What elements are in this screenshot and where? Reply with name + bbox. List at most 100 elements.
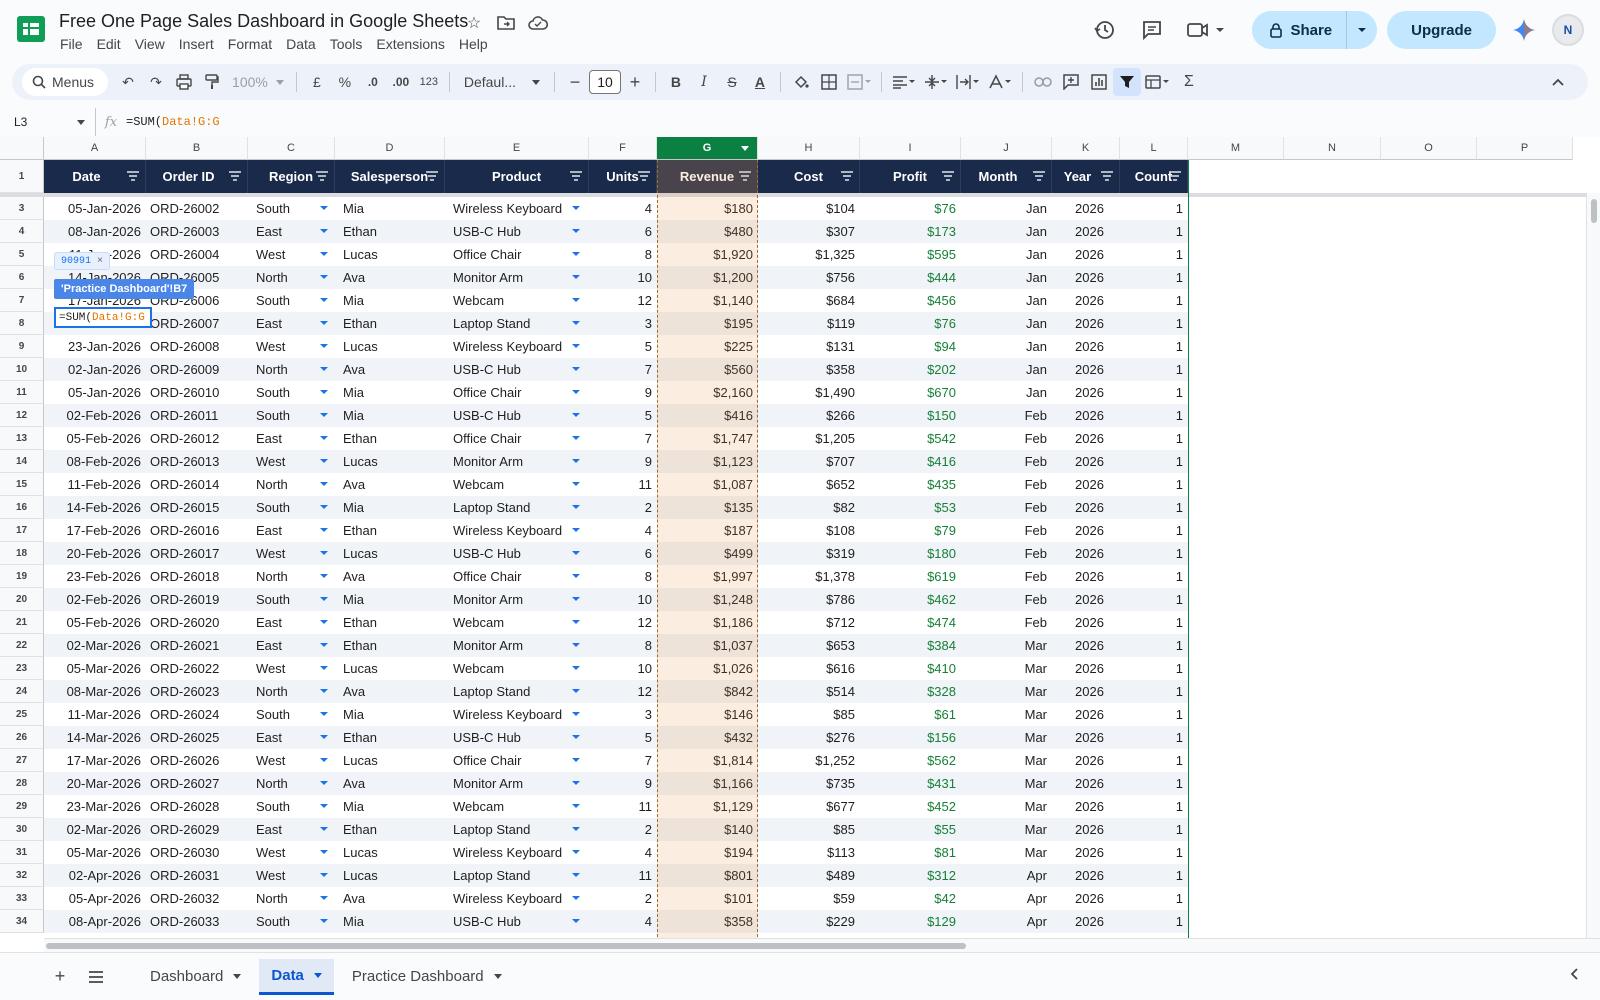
cell-id[interactable]: ORD-26009 xyxy=(146,358,248,381)
percent-format-button[interactable]: % xyxy=(331,68,359,96)
cell-date[interactable]: 23-Mar-2026 xyxy=(44,795,146,818)
cell-cost[interactable]: $1,490 xyxy=(758,381,860,404)
filter-button-icon[interactable] xyxy=(739,171,751,181)
cell-region[interactable]: North xyxy=(248,772,335,795)
cell-units[interactable]: 8 xyxy=(589,565,657,588)
cell-region[interactable]: South xyxy=(248,381,335,404)
chevron-down-icon[interactable] xyxy=(233,974,242,979)
cell-id[interactable]: ORD-26019 xyxy=(146,588,248,611)
cell-sp[interactable]: Lucas xyxy=(335,335,445,358)
cell-rev[interactable]: $140 xyxy=(657,818,758,841)
cell-units[interactable]: 11 xyxy=(589,795,657,818)
cell-rev[interactable]: $1,140 xyxy=(657,289,758,312)
column-header-m[interactable]: M xyxy=(1188,137,1284,160)
row-header[interactable]: 26 xyxy=(0,726,44,749)
share-options-caret-icon[interactable] xyxy=(1347,11,1377,49)
column-header-f[interactable]: F xyxy=(589,137,657,160)
cell-product[interactable]: Laptop Stand xyxy=(445,818,589,841)
column-header-b[interactable]: B xyxy=(146,137,248,160)
dropdown-chip-chevron-icon[interactable] xyxy=(320,689,328,693)
cell-product[interactable]: Monitor Arm xyxy=(445,450,589,473)
cell-units[interactable]: 12 xyxy=(589,680,657,703)
cell-profit[interactable]: $76 xyxy=(860,197,961,220)
cell-rev[interactable]: $101 xyxy=(657,887,758,910)
row-header[interactable]: 23 xyxy=(0,657,44,680)
text-wrapping-icon[interactable] xyxy=(952,68,984,96)
all-sheets-menu-icon[interactable] xyxy=(78,959,114,995)
cell-year[interactable]: 2026 xyxy=(1052,657,1120,680)
cell-rev[interactable]: $499 xyxy=(657,542,758,565)
header-cell-units[interactable]: Units xyxy=(589,160,657,193)
cell-sp[interactable]: Lucas xyxy=(335,749,445,772)
cell-sp[interactable]: Mia xyxy=(335,910,445,933)
cell-month[interactable]: Mar xyxy=(961,841,1052,864)
row-header[interactable]: 18 xyxy=(0,542,44,565)
header-cell-date[interactable]: Date xyxy=(44,160,146,193)
cell-month[interactable]: Feb xyxy=(961,611,1052,634)
cell-units[interactable]: 7 xyxy=(589,749,657,772)
cell-profit[interactable]: $435 xyxy=(860,473,961,496)
header-cell-profit[interactable]: Profit xyxy=(860,160,961,193)
cell-id[interactable]: ORD-26004 xyxy=(146,243,248,266)
cell-year[interactable]: 2026 xyxy=(1052,818,1120,841)
cell-rev[interactable]: $1,129 xyxy=(657,795,758,818)
dropdown-chip-chevron-icon[interactable] xyxy=(572,275,580,279)
cell-cost[interactable]: $653 xyxy=(758,634,860,657)
paint-format-icon[interactable] xyxy=(198,68,226,96)
font-family-select[interactable]: Defaul... xyxy=(456,74,548,90)
cell-sp[interactable]: Lucas xyxy=(335,841,445,864)
cell-cost[interactable]: $514 xyxy=(758,680,860,703)
cell-profit[interactable]: $619 xyxy=(860,565,961,588)
menu-search[interactable]: Menus xyxy=(22,68,109,96)
increase-decimal-button[interactable]: .00 xyxy=(387,68,415,96)
cell-region[interactable]: East xyxy=(248,312,335,335)
cell-cost[interactable]: $1,205 xyxy=(758,427,860,450)
cell-date[interactable]: 08-Mar-2026 xyxy=(44,680,146,703)
cell-region[interactable]: West xyxy=(248,749,335,772)
cell-date[interactable]: 23-Jan-2026 xyxy=(44,335,146,358)
cell-year[interactable]: 2026 xyxy=(1052,864,1120,887)
text-rotation-icon[interactable] xyxy=(984,68,1016,96)
cell-count[interactable]: 1 xyxy=(1120,657,1188,680)
cell-rev[interactable]: $1,814 xyxy=(657,749,758,772)
sheet-tab-data[interactable]: Data xyxy=(259,958,334,995)
dropdown-chip-chevron-icon[interactable] xyxy=(572,873,580,877)
collapse-toolbar-icon[interactable] xyxy=(1544,68,1572,96)
cell-date[interactable]: 02-Apr-2026 xyxy=(44,864,146,887)
row-header[interactable]: 11 xyxy=(0,381,44,404)
dropdown-chip-chevron-icon[interactable] xyxy=(572,804,580,808)
cell-rev[interactable]: $1,123 xyxy=(657,450,758,473)
cell-profit[interactable]: $150 xyxy=(860,404,961,427)
cell-year[interactable]: 2026 xyxy=(1052,404,1120,427)
cell-profit[interactable]: $53 xyxy=(860,496,961,519)
cell-sp[interactable]: Ethan xyxy=(335,312,445,335)
dropdown-chip-chevron-icon[interactable] xyxy=(572,827,580,831)
cell-rev[interactable]: $1,747 xyxy=(657,427,758,450)
menu-extensions[interactable]: Extensions xyxy=(376,36,444,52)
cell-profit[interactable]: $542 xyxy=(860,427,961,450)
dropdown-chip-chevron-icon[interactable] xyxy=(320,482,328,486)
cell-cost[interactable]: $358 xyxy=(758,358,860,381)
cell-id[interactable]: ORD-26023 xyxy=(146,680,248,703)
move-folder-icon[interactable] xyxy=(496,13,516,33)
cell-date[interactable]: 20-Feb-2026 xyxy=(44,542,146,565)
dropdown-chip-chevron-icon[interactable] xyxy=(320,528,328,532)
cell-date[interactable]: 02-Mar-2026 xyxy=(44,818,146,841)
dropdown-chip-chevron-icon[interactable] xyxy=(320,827,328,831)
meet-video-icon[interactable] xyxy=(1180,10,1232,50)
cell-units[interactable]: 7 xyxy=(589,358,657,381)
cell-rev[interactable]: $842 xyxy=(657,680,758,703)
cell-month[interactable]: Apr xyxy=(961,864,1052,887)
cell-region[interactable]: East xyxy=(248,427,335,450)
cell-count[interactable]: 1 xyxy=(1120,565,1188,588)
cell-rev[interactable]: $194 xyxy=(657,841,758,864)
cell-sp[interactable]: Mia xyxy=(335,289,445,312)
filter-button-icon[interactable] xyxy=(841,171,853,181)
cell-profit[interactable]: $328 xyxy=(860,680,961,703)
version-history-icon[interactable] xyxy=(1084,10,1124,50)
cell-date[interactable]: 11-Feb-2026 xyxy=(44,473,146,496)
header-cell-product[interactable]: Product xyxy=(445,160,589,193)
dropdown-chip-chevron-icon[interactable] xyxy=(320,735,328,739)
cell-region[interactable]: South xyxy=(248,910,335,933)
cell-year[interactable]: 2026 xyxy=(1052,680,1120,703)
